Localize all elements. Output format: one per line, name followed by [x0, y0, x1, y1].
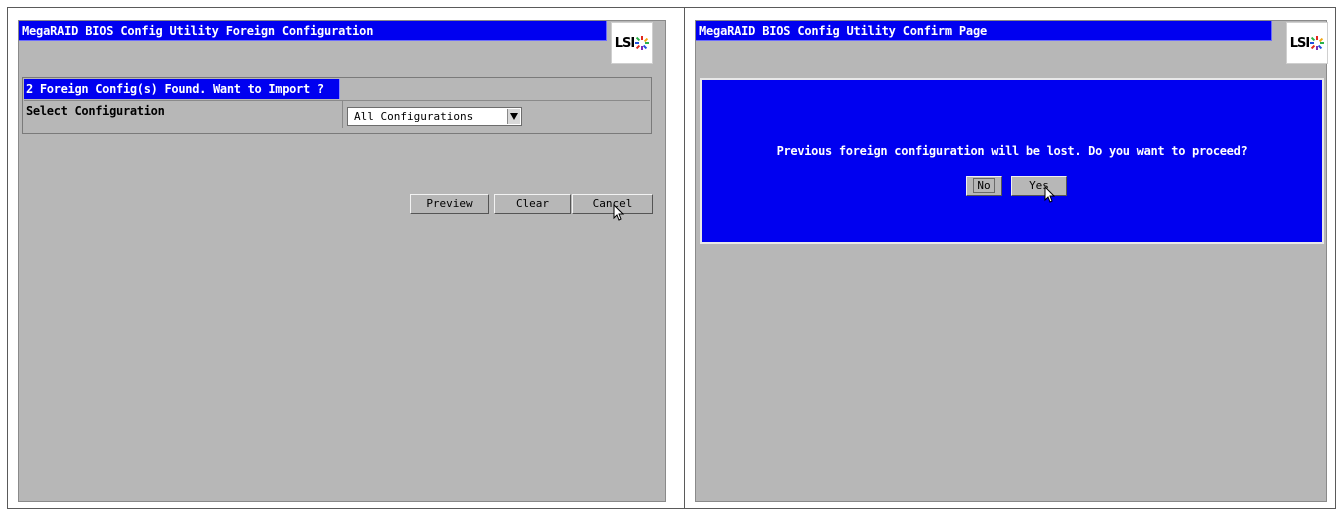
preview-button[interactable]: Preview: [410, 194, 489, 214]
lsi-logo-icon: LSI: [1286, 22, 1328, 64]
window-title: MegaRAID BIOS Config Utility Confirm Pag…: [696, 21, 1272, 41]
logo-burst-icon: [635, 36, 650, 50]
yes-button[interactable]: Yes: [1011, 176, 1067, 196]
logo-text: LSI: [1289, 35, 1311, 51]
foreign-config-panel: 2 Foreign Config(s) Found. Want to Impor…: [22, 77, 652, 134]
foreign-config-found-header: 2 Foreign Config(s) Found. Want to Impor…: [24, 79, 340, 99]
no-button-label: No: [973, 178, 995, 193]
lsi-logo-icon: LSI: [611, 22, 653, 64]
logo-text: LSI: [614, 35, 636, 51]
left-screenshot-frame: MegaRAID BIOS Config Utility Foreign Con…: [7, 7, 685, 509]
select-configuration-label: Select Configuration: [26, 101, 343, 128]
confirm-dialog: Previous foreign configuration will be l…: [700, 78, 1324, 244]
foreign-config-screen: MegaRAID BIOS Config Utility Foreign Con…: [18, 20, 666, 502]
right-screenshot-frame: MegaRAID BIOS Config Utility Confirm Pag…: [684, 7, 1336, 509]
confirm-message: Previous foreign configuration will be l…: [776, 144, 1248, 158]
clear-button[interactable]: Clear: [494, 194, 571, 214]
select-configuration-row: Select Configuration All Configurations: [24, 100, 650, 130]
dropdown-arrow-icon[interactable]: [507, 109, 520, 124]
configuration-select[interactable]: All Configurations: [347, 107, 522, 126]
cancel-button[interactable]: Cancel: [572, 194, 653, 214]
no-button[interactable]: No: [966, 176, 1002, 196]
configuration-select-value: All Configurations: [354, 110, 474, 123]
confirm-page-screen: MegaRAID BIOS Config Utility Confirm Pag…: [695, 20, 1328, 502]
logo-burst-icon: [1310, 36, 1325, 50]
window-title: MegaRAID BIOS Config Utility Foreign Con…: [19, 21, 607, 41]
